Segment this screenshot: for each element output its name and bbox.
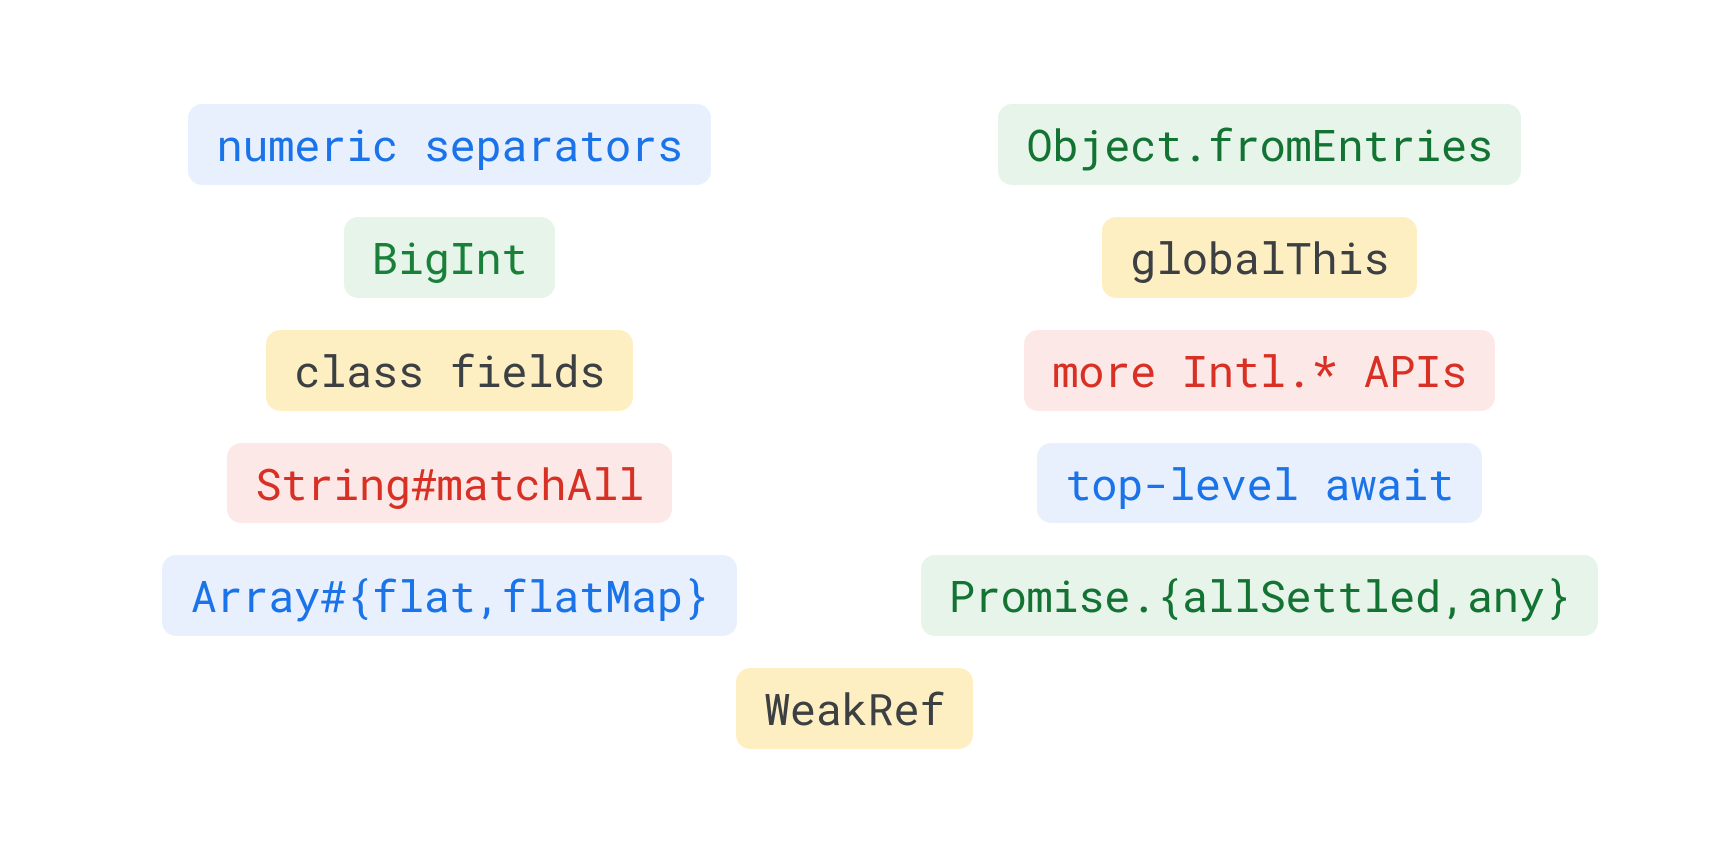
feature-badge-bigint: BigInt: [344, 217, 555, 298]
left-column: numeric separators BigInt class fields S…: [75, 104, 825, 636]
feature-grid: numeric separators BigInt class fields S…: [75, 104, 1635, 636]
feature-badge-string-matchall: String#matchAll: [227, 443, 672, 524]
feature-badge-top-level-await: top-level await: [1037, 443, 1482, 524]
feature-badge-promise-allsettled: Promise.{allSettled,any}: [921, 555, 1599, 636]
feature-badge-object-fromentries: Object.fromEntries: [998, 104, 1520, 185]
feature-badge-intl-apis: more Intl.* APIs: [1024, 330, 1494, 411]
feature-badge-weakref: WeakRef: [736, 668, 973, 749]
footer-row: WeakRef: [60, 668, 1649, 749]
feature-badge-class-fields: class fields: [266, 330, 633, 411]
feature-badge-globalthis: globalThis: [1102, 217, 1417, 298]
right-column: Object.fromEntries globalThis more Intl.…: [885, 104, 1635, 636]
feature-badge-numeric-separators: numeric separators: [188, 104, 710, 185]
feature-badge-array-flat: Array#{flat,flatMap}: [162, 555, 736, 636]
